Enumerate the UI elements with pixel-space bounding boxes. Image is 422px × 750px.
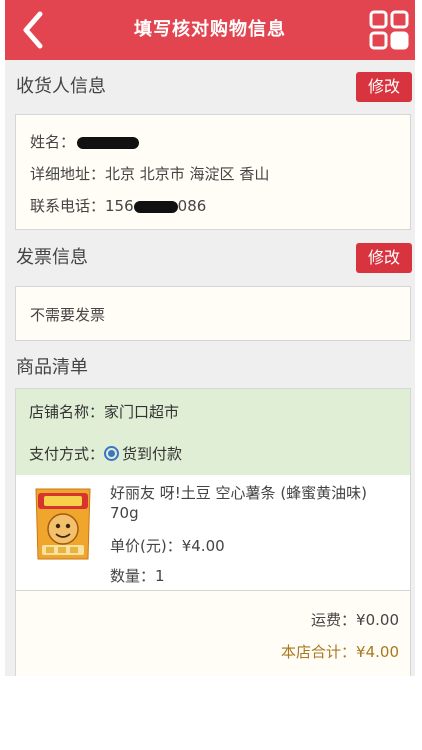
goods-card: 店铺名称：家门口超市 支付方式： 货到付款 好丽友 呀!土豆 空心薯条 (蜂蜜黄油… [15, 388, 411, 676]
recipient-name-row: 姓名： [30, 131, 140, 152]
name-label: 姓名： [30, 133, 76, 151]
phone-suffix: 086 [177, 197, 207, 215]
shipping-label: 运费： [311, 611, 357, 629]
phone-label: 联系电话： [30, 197, 106, 215]
order-totals: 运费：¥0.00 本店合计：¥4.00 [16, 590, 410, 676]
radio-selected-icon[interactable] [104, 446, 120, 461]
goods-section-title: 商品清单 [16, 357, 88, 378]
store-total-row: 本店合计：¥4.00 [281, 641, 399, 662]
invoice-section-title: 发票信息 [16, 247, 88, 268]
store-total-label: 本店合计： [281, 643, 357, 661]
payment-label: 支付方式： [29, 445, 105, 463]
invoice-value: 不需要发票 [30, 306, 106, 324]
back-button[interactable] [13, 6, 53, 54]
recipient-section-title: 收货人信息 [16, 76, 106, 97]
recipient-phone-row: 联系电话：156 086 [30, 195, 206, 216]
address-value: 北京 北京市 海淀区 香山 [105, 165, 270, 183]
recipient-address-row: 详细地址：北京 北京市 海淀区 香山 [30, 163, 269, 184]
page-title: 填写核对购物信息 [134, 19, 286, 40]
product-item[interactable]: 好丽友 呀!土豆 空心薯条 (蜂蜜黄油味) 70g 单价(元)：¥4.00 数量… [16, 475, 410, 589]
shipping-value: ¥0.00 [356, 611, 399, 629]
store-name: 家门口超市 [104, 403, 180, 421]
store-total-value: ¥4.00 [356, 643, 399, 661]
payment-method: 货到付款 [122, 445, 183, 463]
chevron-left-icon [23, 11, 43, 49]
order-confirm-screen: 填写核对购物信息 收货人信息 修改 姓名： 详细地址：北京 北京市 海淀区 香山… [5, 0, 415, 676]
menu-button[interactable] [369, 10, 409, 50]
header-bar: 填写核对购物信息 [5, 0, 415, 60]
payment-row: 支付方式： 货到付款 [29, 443, 182, 464]
store-header: 店铺名称：家门口超市 支付方式： 货到付款 [16, 389, 410, 475]
unit-price-label: 单价(元)： [110, 537, 182, 555]
address-label: 详细地址： [30, 165, 106, 183]
phone-prefix: 156 [105, 197, 134, 215]
product-name: 好丽友 呀!土豆 空心薯条 (蜂蜜黄油味) 70g [110, 484, 368, 522]
quantity-value: 1 [155, 567, 165, 585]
grid-icon [369, 10, 409, 50]
store-row: 店铺名称：家门口超市 [29, 401, 179, 422]
shipping-row: 运费：¥0.00 [311, 609, 399, 630]
redacted-name [77, 136, 140, 149]
store-label: 店铺名称： [29, 403, 105, 421]
product-thumbnail [35, 488, 91, 560]
edit-invoice-button[interactable]: 修改 [356, 243, 412, 273]
recipient-card: 姓名： 详细地址：北京 北京市 海淀区 香山 联系电话：156 086 [15, 114, 411, 230]
payment-option[interactable]: 货到付款 [104, 445, 182, 463]
unit-price-row: 单价(元)：¥4.00 [110, 535, 225, 556]
redacted-phone [133, 200, 178, 213]
edit-recipient-button[interactable]: 修改 [356, 72, 412, 102]
invoice-card: 不需要发票 [15, 286, 411, 341]
quantity-row: 数量：1 [110, 565, 165, 586]
quantity-label: 数量： [110, 567, 156, 585]
unit-price-value: ¥4.00 [181, 537, 225, 555]
